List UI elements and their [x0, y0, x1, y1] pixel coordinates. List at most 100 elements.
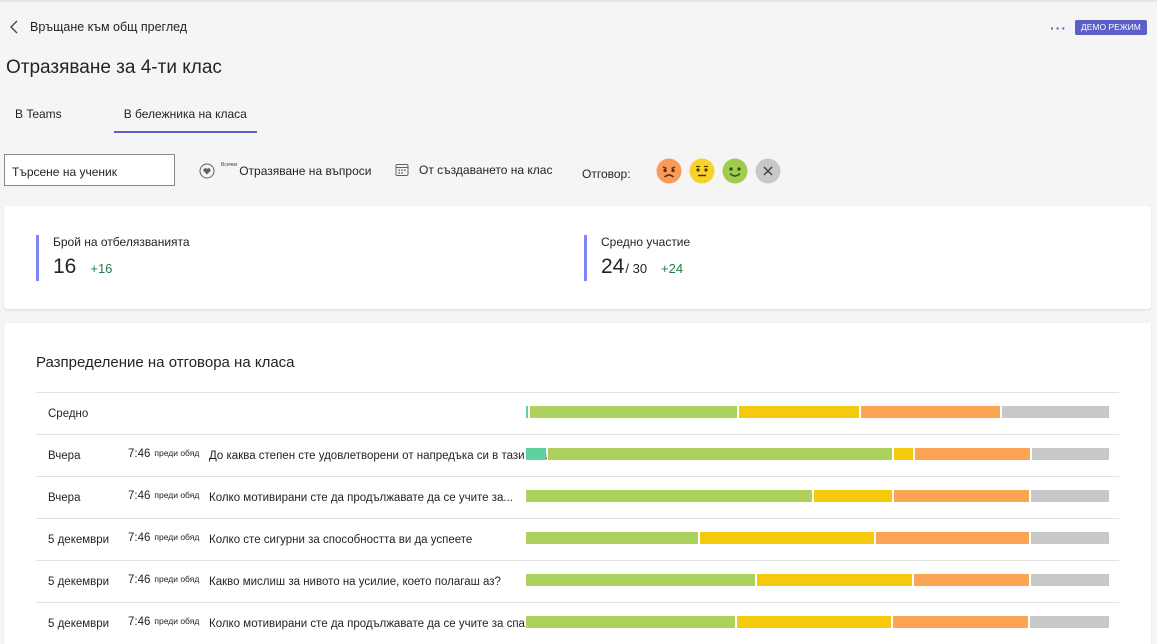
row-question: Какво мислиш за нивото на усилие, което … [209, 576, 501, 588]
row-question: Колко мотивирани сте да продължавате да … [209, 618, 525, 630]
reflect-filter-label: Отразяване на въпроси [239, 164, 372, 178]
response-bar [526, 448, 1109, 460]
row-question: Колко мотивирани сте да продължавате да … [209, 492, 513, 504]
distribution-title: Разпределение на отговора на класа [36, 354, 295, 371]
average-row: Средно [36, 392, 1119, 434]
distribution-card: Разпределение на отговора на класа Средн… [4, 323, 1151, 644]
teal-response-segment [526, 448, 546, 460]
orange-response-segment [893, 616, 1029, 628]
reflection-row[interactable]: Вчера 7:46 преди обяд Колко мотивирани сте … [36, 476, 1119, 518]
teal-response-segment [526, 406, 528, 418]
gray-response-segment [1030, 490, 1109, 502]
orange-response-segment [894, 490, 1029, 502]
green-response-segment [526, 532, 699, 544]
green-response-segment [526, 574, 756, 586]
top-divider [0, 0, 1157, 2]
row-time-value: 7:46 [128, 532, 151, 544]
orange-response-segment [913, 574, 1030, 586]
demo-mode-badge: ДЕМО РЕЖИМ [1075, 20, 1147, 35]
row-date: 5 декември [48, 534, 110, 546]
gray-response-segment [1031, 532, 1109, 544]
stats-card: Брой на отбелязванията 16 +16 Средно уча… [4, 206, 1151, 309]
checkins-stat: Брой на отбелязванията 16 +16 [36, 235, 190, 281]
participation-label: Средно участие [601, 235, 691, 249]
yellow-response-segment [739, 406, 859, 418]
date-filter-label: От създаването на клас [419, 163, 553, 177]
orange-response-segment [860, 406, 1000, 418]
response-bar [526, 406, 1109, 418]
back-label: Връщане към общ преглед [30, 20, 188, 34]
row-question: До каква степен сте удовлетворени от нап… [209, 450, 547, 462]
reflection-row[interactable]: 5 декември 7:46 преди обяд Какво мислиш за … [36, 560, 1119, 602]
yellow-response-segment [757, 574, 912, 586]
tab-class-notebook[interactable]: В бележника на класа [113, 104, 257, 133]
gray-response-segment [1030, 616, 1109, 628]
response-bar [526, 616, 1109, 628]
row-time-value: 7:46 [128, 490, 151, 502]
neutral-face-icon[interactable] [689, 158, 715, 184]
response-bar [526, 574, 1109, 586]
student-search-input[interactable]: Търсене на ученик [4, 154, 175, 186]
gray-response-segment [1031, 574, 1109, 586]
clear-filter-icon[interactable] [755, 158, 781, 184]
orange-response-segment [875, 532, 1030, 544]
checkins-value: 16 [53, 255, 77, 278]
reflection-row[interactable]: Вчера 7:46 преди обяд До каква степен сте у… [36, 434, 1119, 476]
row-period: преди обяд [154, 532, 200, 542]
happy-face-icon[interactable] [722, 158, 748, 184]
yellow-response-segment [736, 616, 892, 628]
participation-delta: +24 [661, 261, 684, 276]
more-options-icon[interactable]: ··· [1050, 20, 1067, 36]
response-label: Отговор: [582, 167, 631, 181]
row-period: преди обяд [154, 490, 200, 500]
reflect-tiny-label: Всички [221, 162, 238, 168]
response-filter-faces [656, 158, 781, 184]
yellow-response-segment [893, 448, 914, 460]
participation-stat: Средно участие 24 / 30 +24 [584, 235, 690, 281]
row-time-value: 7:46 [128, 448, 151, 460]
participation-total: / 30 [625, 261, 648, 276]
row-date: Средно [48, 408, 89, 420]
yellow-response-segment [700, 532, 874, 544]
gray-response-segment [1001, 406, 1109, 418]
back-link[interactable]: Връщане към общ преглед [8, 18, 187, 36]
row-period: преди обяд [154, 616, 200, 626]
row-time: 7:46 преди обяд [128, 490, 199, 502]
row-date: 5 декември [48, 618, 110, 630]
page-title: Отразяване за 4-ти клас [6, 57, 222, 78]
row-time: 7:46 преди обяд [128, 448, 199, 460]
response-bar [526, 490, 1109, 502]
checkins-delta: +16 [90, 261, 113, 276]
response-bar [526, 532, 1109, 544]
row-date: 5 декември [48, 576, 110, 588]
tab-bar: В Teams В бележника на класа [5, 104, 257, 133]
green-response-segment [529, 406, 738, 418]
green-response-segment [526, 616, 735, 628]
calendar-icon [395, 164, 409, 176]
row-time: 7:46 преди обяд [128, 574, 199, 586]
reflection-row[interactable]: 5 декември 7:46 преди обяд Колко сте сигурн… [36, 518, 1119, 560]
row-time: 7:46 преди обяд [128, 532, 199, 544]
reflection-row[interactable]: 5 декември 7:46 преди обяд Колко мотивирани… [36, 602, 1119, 644]
row-time-value: 7:46 [128, 616, 151, 628]
sad-face-icon[interactable] [656, 158, 682, 184]
date-range-filter[interactable]: От създаването на клас [395, 163, 552, 177]
row-time-value: 7:46 [128, 574, 151, 586]
row-date: Вчера [48, 492, 81, 504]
row-time: 7:46 преди обяд [128, 616, 199, 628]
orange-response-segment [915, 448, 1030, 460]
participation-value: 24 [601, 255, 625, 278]
row-period: преди обяд [154, 574, 200, 584]
row-date: Вчера [48, 450, 81, 462]
checkins-label: Брой на отбелязванията [53, 235, 190, 249]
chevron-left-icon [10, 20, 18, 34]
tab-in-teams[interactable]: В Teams [5, 104, 72, 133]
row-period: преди обяд [154, 448, 200, 458]
reflect-questions-filter[interactable]: Всички Отразяване на въпроси [199, 162, 372, 179]
green-response-segment [526, 490, 813, 502]
gray-response-segment [1031, 448, 1109, 460]
yellow-response-segment [814, 490, 893, 502]
heart-circle-icon [199, 163, 215, 179]
green-response-segment [547, 448, 892, 460]
row-question: Колко сте сигурни за способността ви да … [209, 534, 473, 546]
